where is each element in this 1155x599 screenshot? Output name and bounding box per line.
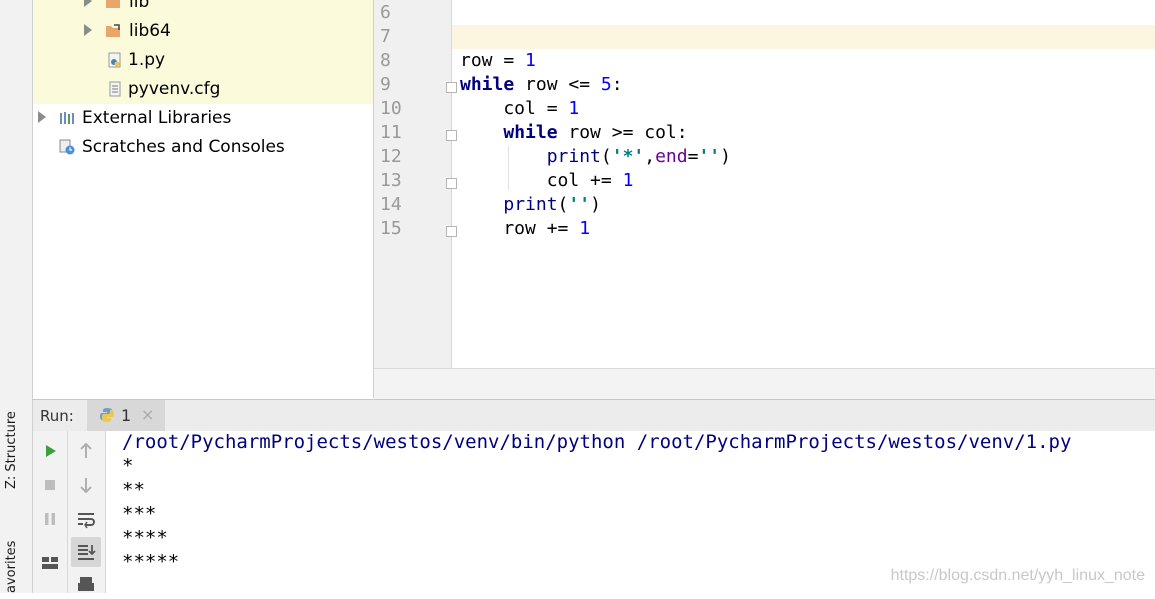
console-output-line: ***** — [122, 551, 180, 573]
tree-item-lib[interactable]: lib — [33, 0, 373, 17]
fold-marker-icon[interactable] — [446, 130, 457, 141]
line-number: 10 — [380, 98, 402, 119]
tree-item-label: Scratches and Consoles — [82, 137, 285, 157]
current-line-highlight — [452, 25, 1155, 49]
code-line-12: print('*',end='') — [546, 146, 731, 167]
console-output-line: **** — [122, 527, 168, 549]
watermark: https://blog.csdn.net/yyh_linux_note — [890, 567, 1145, 584]
line-number: 8 — [380, 50, 391, 71]
code-editor[interactable]: 6 7 8 9 10 11 12 13 14 15 row = 1 while … — [374, 0, 1155, 368]
tree-item-label: 1.py — [128, 50, 166, 70]
stop-icon[interactable] — [36, 471, 64, 499]
library-icon — [60, 112, 74, 124]
structure-tab[interactable]: Z: Structure — [4, 411, 19, 489]
code-line-8: row = 1 — [460, 50, 536, 71]
favorites-tab[interactable]: avorites — [4, 541, 19, 593]
line-number: 15 — [380, 218, 402, 239]
text-file-icon — [109, 81, 121, 97]
tree-item-pyvenv-cfg[interactable]: pyvenv.cfg — [33, 75, 373, 104]
fold-marker-icon[interactable] — [446, 178, 457, 189]
console-output-line: ** — [122, 479, 145, 501]
tree-item-lib64[interactable]: lib64 — [33, 17, 373, 46]
console-output-line: * — [122, 455, 134, 477]
tool-window-strip: Z: Structure avorites — [0, 0, 33, 593]
tree-item-scratches[interactable]: Scratches and Consoles — [33, 133, 373, 162]
code-line-15: row += 1 — [460, 218, 591, 239]
run-console-output[interactable]: /root/PycharmProjects/westos/venv/bin/py… — [106, 431, 1155, 593]
line-number: 11 — [380, 122, 402, 143]
line-number-gutter: 6 7 8 9 10 11 12 13 14 15 — [374, 0, 457, 368]
code-line-10: col = 1 — [460, 98, 580, 119]
tree-item-label: External Libraries — [82, 108, 232, 128]
scratches-icon — [59, 139, 75, 155]
code-line-13: col += 1 — [460, 170, 634, 191]
editor-bottom-bar — [374, 368, 1155, 399]
console-command-line: /root/PycharmProjects/westos/venv/bin/py… — [122, 431, 1072, 453]
run-toolbar-primary — [33, 431, 68, 593]
line-number: 12 — [380, 146, 402, 167]
arrow-down-icon[interactable] — [72, 471, 100, 499]
run-tab-1[interactable]: 1 × — [87, 400, 165, 431]
close-icon[interactable]: × — [141, 405, 154, 424]
line-number: 14 — [380, 194, 402, 215]
layout-icon[interactable] — [36, 549, 64, 577]
fold-marker-icon[interactable] — [446, 82, 457, 93]
line-number: 7 — [380, 26, 391, 47]
run-label: Run: — [40, 407, 74, 425]
code-line-11: while row >= col: — [503, 122, 688, 143]
line-number: 13 — [380, 170, 402, 191]
code-line-9: while row <= 5: — [460, 74, 623, 95]
tree-item-label: pyvenv.cfg — [128, 79, 221, 99]
run-tab-label: 1 — [121, 406, 132, 425]
python-file-icon — [108, 52, 121, 68]
scroll-to-end-icon — [78, 545, 96, 560]
python-icon — [100, 408, 114, 422]
tree-item-label: lib — [129, 0, 150, 12]
scroll-to-end-button[interactable] — [71, 537, 101, 567]
line-number: 9 — [380, 74, 391, 95]
run-panel-header: Run: 1 × — [33, 399, 1155, 432]
project-tree: lib lib64 1.py pyvenv.cfg External Libra… — [33, 0, 374, 398]
expand-arrow-icon[interactable] — [38, 111, 46, 123]
expand-arrow-icon[interactable] — [84, 24, 92, 36]
code-line-14: print('') — [503, 194, 601, 215]
tree-item-1py[interactable]: 1.py — [33, 46, 373, 75]
folder-icon — [106, 0, 120, 8]
tree-item-label: lib64 — [129, 21, 171, 41]
folder-link-icon — [106, 24, 120, 37]
arrow-up-icon[interactable] — [72, 437, 100, 465]
line-number: 6 — [380, 2, 391, 23]
print-icon[interactable] — [72, 571, 100, 599]
run-toolbar-secondary — [68, 431, 106, 593]
console-output-line: *** — [122, 503, 157, 525]
expand-arrow-icon[interactable] — [84, 0, 92, 7]
pause-icon[interactable] — [36, 505, 64, 533]
fold-marker-icon[interactable] — [446, 226, 457, 237]
tree-item-external-libraries[interactable]: External Libraries — [33, 104, 373, 133]
run-icon[interactable] — [36, 437, 64, 465]
soft-wrap-icon[interactable] — [72, 505, 100, 533]
